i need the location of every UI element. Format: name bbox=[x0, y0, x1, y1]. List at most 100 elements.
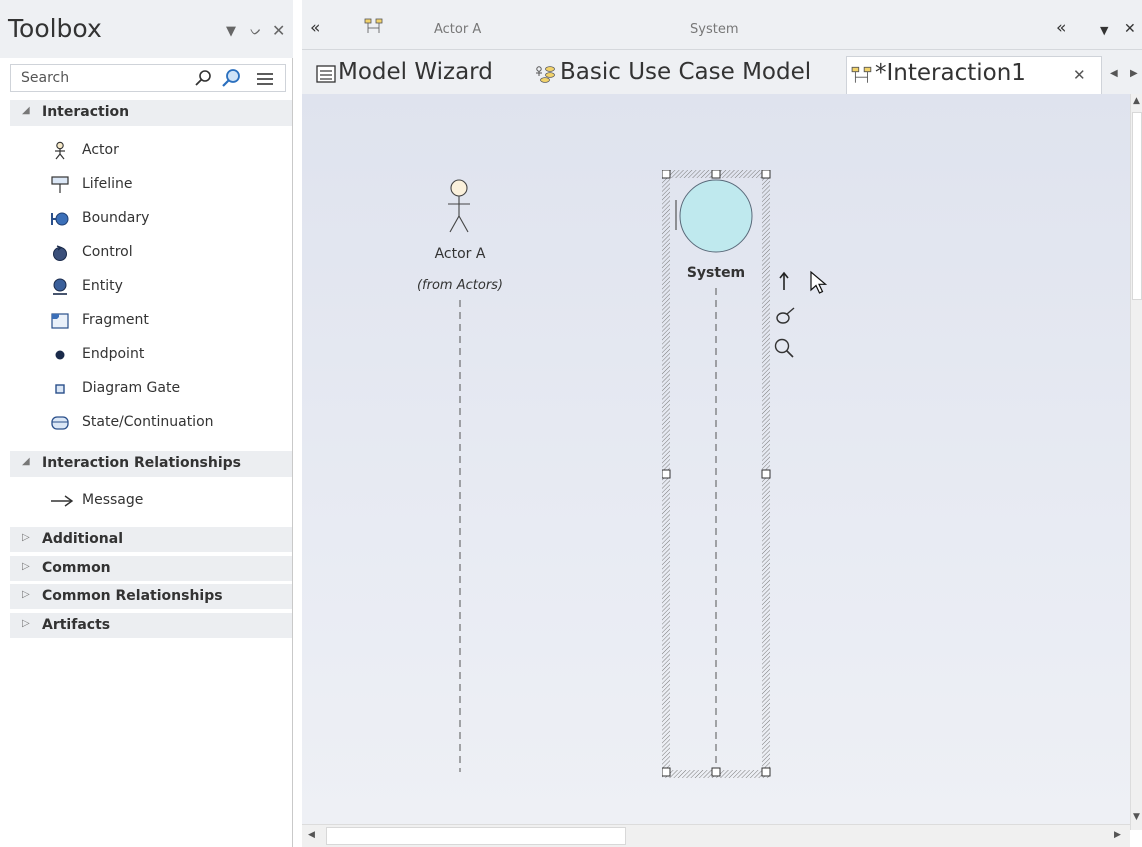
collapse-right-icon[interactable]: « bbox=[1056, 18, 1066, 38]
search-icon[interactable] bbox=[191, 67, 215, 91]
model-wizard-icon bbox=[316, 65, 336, 83]
property-tool-icon[interactable] bbox=[774, 306, 796, 326]
actor-source-note: (from Actors) bbox=[416, 278, 504, 293]
toolbox-item-state-continuation[interactable]: State/Continuation bbox=[10, 409, 292, 437]
control-icon bbox=[53, 245, 67, 261]
vertical-scrollbar[interactable]: ▲ ▼ bbox=[1130, 94, 1142, 830]
item-label: Actor bbox=[82, 142, 119, 158]
breadcrumb-actor[interactable]: Actor A bbox=[434, 22, 481, 37]
close-panel-icon[interactable]: ✕ bbox=[272, 21, 285, 40]
item-label: Boundary bbox=[82, 210, 150, 226]
group-interaction[interactable]: ◢ Interaction bbox=[10, 100, 292, 126]
item-label: Entity bbox=[82, 278, 123, 294]
collapse-triangle-icon: ◢ bbox=[22, 456, 30, 467]
tab-interaction1[interactable]: *Interaction1 ✕ bbox=[846, 56, 1102, 94]
find-in-toolbox-icon[interactable] bbox=[219, 67, 243, 91]
group-label: Artifacts bbox=[42, 617, 111, 633]
entity-icon bbox=[53, 278, 67, 295]
boundary-icon bbox=[51, 212, 69, 226]
diagram-area: « Actor A System « ▼ ✕ Model Wizard Basi… bbox=[302, 0, 1142, 847]
item-label: State/Continuation bbox=[82, 414, 214, 430]
diagram-gate-icon bbox=[55, 384, 65, 394]
close-icon[interactable]: ✕ bbox=[1124, 21, 1136, 37]
tab-scroll-right-icon[interactable]: ▶ bbox=[1130, 68, 1138, 79]
vertical-scroll-thumb[interactable] bbox=[1132, 112, 1142, 300]
mouse-pointer-icon bbox=[810, 270, 828, 294]
toolbox-item-actor[interactable]: Actor bbox=[10, 137, 292, 165]
group-common[interactable]: ▷ Common bbox=[10, 556, 292, 581]
interaction-diagram-icon bbox=[364, 18, 383, 33]
lifeline-icon bbox=[51, 176, 69, 193]
horizontal-scroll-thumb[interactable] bbox=[326, 827, 626, 845]
toolbox-item-message[interactable]: Message bbox=[10, 487, 292, 515]
item-label: Endpoint bbox=[82, 346, 145, 362]
breadcrumb-bar: « Actor A System « ▼ ✕ bbox=[302, 0, 1142, 50]
group-additional[interactable]: ▷ Additional bbox=[10, 527, 292, 552]
quick-linker-arrow-icon[interactable] bbox=[776, 270, 792, 292]
state-continuation-icon bbox=[51, 416, 69, 430]
use-case-model-icon bbox=[536, 66, 555, 83]
toolbox-item-diagram-gate[interactable]: Diagram Gate bbox=[10, 375, 292, 403]
close-tab-icon[interactable]: ✕ bbox=[1073, 66, 1086, 84]
expand-triangle-icon: ▷ bbox=[22, 561, 30, 572]
interaction-diagram-icon bbox=[851, 66, 872, 83]
tab-scroll-left-icon[interactable]: ◀ bbox=[1110, 68, 1118, 79]
item-label: Message bbox=[82, 492, 144, 508]
actor-lifeline[interactable] bbox=[458, 300, 462, 772]
message-arrow-icon bbox=[51, 495, 74, 507]
system-boundary-lifeline[interactable] bbox=[662, 170, 774, 780]
panel-menu-dropdown-icon[interactable]: ▼ bbox=[226, 24, 236, 39]
group-label: Interaction Relationships bbox=[42, 455, 242, 471]
scroll-left-icon[interactable]: ◀ bbox=[308, 830, 315, 840]
zoom-icon[interactable] bbox=[772, 336, 796, 360]
group-label: Additional bbox=[42, 531, 123, 547]
search-input[interactable] bbox=[11, 65, 181, 91]
horizontal-scrollbar[interactable]: ◀ ▶ bbox=[302, 824, 1130, 847]
toolbox-header: Toolbox ▼ ᨆ ✕ bbox=[0, 0, 293, 58]
scroll-down-icon[interactable]: ▼ bbox=[1133, 812, 1140, 822]
tab-model-wizard[interactable]: Model Wizard bbox=[312, 56, 524, 94]
scroll-up-icon[interactable]: ▲ bbox=[1133, 96, 1140, 106]
diagram-canvas[interactable]: Actor A (from Actors) System bbox=[302, 94, 1130, 824]
hamburger-menu-icon[interactable] bbox=[253, 67, 277, 91]
toolbox-item-control[interactable]: Control bbox=[10, 239, 292, 267]
document-tab-bar: Model Wizard Basic Use Case Model *Inter… bbox=[302, 50, 1142, 94]
toolbox-item-lifeline[interactable]: Lifeline bbox=[10, 171, 292, 199]
actor-name[interactable]: Actor A bbox=[410, 246, 510, 262]
scroll-right-icon[interactable]: ▶ bbox=[1114, 830, 1121, 840]
actor-icon bbox=[55, 141, 65, 160]
item-label: Control bbox=[82, 244, 133, 260]
tab-label: Model Wizard bbox=[338, 59, 493, 85]
toolbox-panel: Toolbox ▼ ᨆ ✕ ◢ Interaction bbox=[0, 0, 293, 847]
fragment-icon bbox=[51, 313, 69, 329]
item-label: Lifeline bbox=[82, 176, 133, 192]
actor-figure[interactable] bbox=[445, 178, 473, 234]
expand-triangle-icon: ▷ bbox=[22, 618, 30, 629]
group-artifacts[interactable]: ▷ Artifacts bbox=[10, 613, 292, 638]
toolbox-search bbox=[10, 64, 286, 92]
group-label: Common bbox=[42, 560, 111, 576]
toolbox-item-fragment[interactable]: Fragment bbox=[10, 307, 292, 335]
group-label: Interaction bbox=[42, 104, 130, 120]
toolbox-item-entity[interactable]: Entity bbox=[10, 273, 292, 301]
tab-label: *Interaction1 bbox=[875, 60, 1026, 86]
group-common-relationships[interactable]: ▷ Common Relationships bbox=[10, 584, 292, 609]
collapse-left-icon[interactable]: « bbox=[310, 18, 320, 38]
pin-icon[interactable]: ᨆ bbox=[250, 24, 262, 39]
tab-label: Basic Use Case Model bbox=[560, 59, 812, 85]
toolbox-item-boundary[interactable]: Boundary bbox=[10, 205, 292, 233]
group-label: Common Relationships bbox=[42, 588, 223, 604]
group-interaction-relationships[interactable]: ◢ Interaction Relationships bbox=[10, 451, 292, 477]
toolbox-title: Toolbox bbox=[8, 14, 102, 43]
breadcrumb-system[interactable]: System bbox=[690, 22, 738, 37]
toolbox-item-endpoint[interactable]: Endpoint bbox=[10, 341, 292, 369]
item-label: Diagram Gate bbox=[82, 380, 181, 396]
expand-triangle-icon: ▷ bbox=[22, 532, 30, 543]
expand-triangle-icon: ▷ bbox=[22, 589, 30, 600]
dropdown-icon[interactable]: ▼ bbox=[1100, 24, 1108, 37]
item-label: Fragment bbox=[82, 312, 149, 328]
collapse-triangle-icon: ◢ bbox=[22, 105, 30, 116]
system-name[interactable]: System bbox=[666, 265, 766, 281]
tab-basic-use-case-model[interactable]: Basic Use Case Model bbox=[528, 56, 840, 94]
endpoint-icon bbox=[55, 350, 65, 360]
